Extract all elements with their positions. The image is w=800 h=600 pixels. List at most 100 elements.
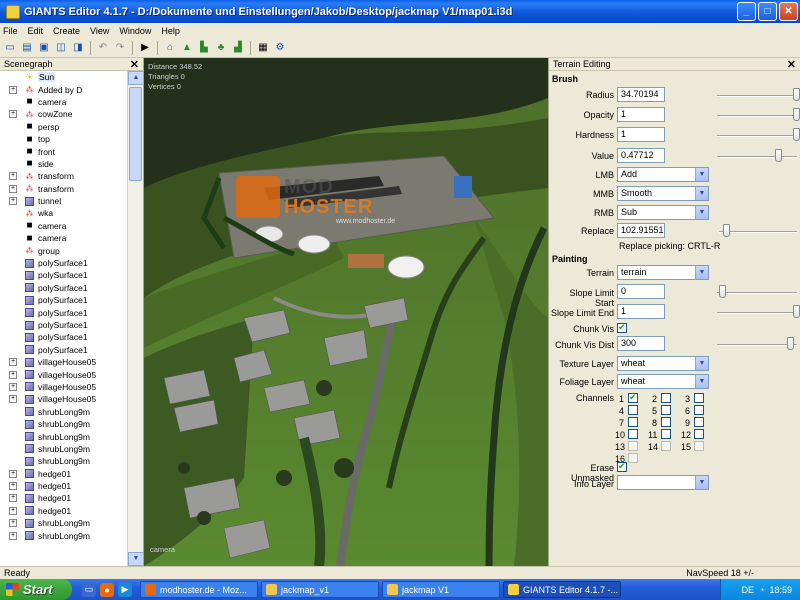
tree-node[interactable]: + ⁂ transform (0, 170, 128, 182)
tree-node[interactable]: + tunnel (0, 195, 128, 207)
tree-node[interactable]: ■ camera (0, 232, 128, 244)
tree-node[interactable]: + ⁂ Added by D (0, 83, 128, 95)
tree-node[interactable]: + villageHouse05 (0, 368, 128, 380)
tree-node[interactable]: shrubLong9m (0, 430, 128, 442)
expand-icon[interactable]: + (9, 110, 17, 119)
slope-limit-start-slider[interactable] (717, 285, 797, 298)
firefox-icon[interactable]: ● (100, 582, 114, 597)
tree-node[interactable]: + hedge01 (0, 492, 128, 504)
terrain-editing-close-button[interactable]: ✕ (787, 58, 796, 71)
task-jackmap-v1-folder[interactable]: jackmap_v1 (261, 581, 379, 598)
tree-node[interactable]: + shrubLong9m (0, 529, 128, 541)
expand-icon[interactable]: + (9, 370, 17, 379)
minimize-button[interactable]: _ (737, 2, 756, 21)
media-player-icon[interactable]: ▶ (118, 582, 132, 597)
opacity-input[interactable]: 1 (617, 107, 665, 122)
opacity-slider-knob[interactable] (793, 108, 800, 121)
mmb-select[interactable]: Smooth ▼ (617, 186, 709, 201)
replace-input[interactable]: 102.91551 (617, 223, 665, 238)
radius-slider[interactable] (717, 88, 800, 101)
tree-node[interactable]: shrubLong9m (0, 418, 128, 430)
task-giants-editor[interactable]: GIANTS Editor 4.1.7 -... (503, 581, 621, 598)
tree-node[interactable]: ■ top (0, 133, 128, 145)
menu-window[interactable]: Window (119, 26, 151, 36)
redo-icon[interactable]: ↷ (113, 41, 127, 55)
info-layer-select[interactable]: ▼ (617, 475, 709, 490)
slope-limit-end-slider[interactable] (717, 305, 800, 318)
import-icon[interactable]: ◫ (54, 41, 68, 55)
channel-checkbox[interactable] (628, 392, 638, 403)
tray-icon[interactable]: ◔ (759, 585, 764, 595)
channel-checkbox[interactable] (694, 405, 704, 415)
channel-checkbox[interactable] (661, 393, 671, 403)
menu-file[interactable]: File (3, 26, 18, 36)
chevron-down-icon[interactable]: ▼ (695, 357, 708, 370)
value-slider-knob[interactable] (775, 149, 782, 162)
channel-checkbox[interactable] (694, 417, 704, 427)
channel-checkbox[interactable] (628, 417, 638, 427)
chunk-vis-dist-slider-knob[interactable] (787, 337, 794, 350)
hardness-input[interactable]: 1 (617, 127, 665, 142)
channel-checkbox[interactable] (661, 429, 671, 439)
menu-help[interactable]: Help (161, 26, 180, 36)
undo-icon[interactable]: ↶ (96, 41, 110, 55)
expand-icon[interactable]: + (9, 85, 17, 94)
channel-checkbox[interactable] (628, 405, 638, 415)
chunk-vis-dist-input[interactable]: 300 (617, 336, 665, 351)
scroll-thumb[interactable] (129, 87, 142, 181)
language-indicator[interactable]: DE (742, 585, 755, 595)
texture-layer-select[interactable]: wheat ▼ (617, 356, 709, 371)
hardness-slider[interactable] (717, 128, 800, 141)
chevron-down-icon[interactable]: ▼ (695, 187, 708, 200)
foliage-paint-icon[interactable]: ♣ (214, 41, 228, 55)
expand-icon[interactable]: + (9, 172, 17, 181)
export-icon[interactable]: ◨ (71, 41, 85, 55)
replace-slider-knob[interactable] (723, 224, 730, 237)
tree-node[interactable]: polySurface1 (0, 331, 128, 343)
slope-limit-end-input[interactable]: 1 (617, 304, 665, 319)
menu-edit[interactable]: Edit (28, 26, 44, 36)
erase-unmasked-checkbox[interactable] (617, 461, 627, 472)
tree-node[interactable]: + villageHouse05 (0, 356, 128, 368)
open-icon[interactable]: ▤ (20, 41, 34, 55)
expand-icon[interactable]: + (9, 382, 17, 391)
tree-node[interactable]: polySurface1 (0, 257, 128, 269)
menu-view[interactable]: View (90, 26, 109, 36)
tree-node[interactable]: shrubLong9m (0, 455, 128, 467)
foliage-icon[interactable]: ▟ (231, 41, 245, 55)
tree-node[interactable]: + ⁂ transform (0, 183, 128, 195)
scroll-down-arrow[interactable]: ▼ (128, 552, 144, 566)
expand-icon[interactable]: + (9, 531, 17, 540)
slope-limit-start-slider-knob[interactable] (719, 285, 726, 298)
chunk-vis-checkbox[interactable] (617, 322, 627, 333)
tree-node[interactable]: polySurface1 (0, 269, 128, 281)
tree-node[interactable]: ⁂ wka (0, 207, 128, 219)
foliage-layer-select[interactable]: wheat ▼ (617, 374, 709, 389)
terrain-select[interactable]: terrain ▼ (617, 265, 709, 280)
expand-icon[interactable]: + (9, 506, 17, 515)
tree-node[interactable]: + hedge01 (0, 468, 128, 480)
tree-node[interactable]: polySurface1 (0, 282, 128, 294)
channel-checkbox[interactable] (661, 417, 671, 427)
hardness-slider-knob[interactable] (793, 128, 800, 141)
terrain-sculpt-icon[interactable]: ▲ (180, 41, 194, 55)
menu-create[interactable]: Create (53, 26, 80, 36)
channel-checkbox[interactable] (694, 441, 704, 451)
tree-node[interactable]: polySurface1 (0, 306, 128, 318)
tree-node[interactable]: shrubLong9m (0, 406, 128, 418)
channel-checkbox[interactable] (661, 441, 671, 451)
settings-icon[interactable]: ⚙ (273, 41, 287, 55)
tree-node[interactable]: + hedge01 (0, 505, 128, 517)
task-modhoster[interactable]: modhoster.de - Moz... (140, 581, 258, 598)
checker-icon[interactable]: ▦ (256, 41, 270, 55)
maximize-button[interactable]: □ (758, 2, 777, 21)
play-icon[interactable]: ▶ (138, 41, 152, 55)
tree-node[interactable]: ■ camera (0, 220, 128, 232)
tree-node[interactable]: ■ side (0, 158, 128, 170)
channel-checkbox[interactable] (628, 453, 638, 463)
scenegraph-close-button[interactable]: ✕ (130, 58, 139, 71)
value-slider[interactable] (717, 149, 797, 162)
expand-icon[interactable]: + (9, 395, 17, 404)
channel-checkbox[interactable] (694, 393, 704, 403)
tree-node[interactable]: ■ camera (0, 96, 128, 108)
